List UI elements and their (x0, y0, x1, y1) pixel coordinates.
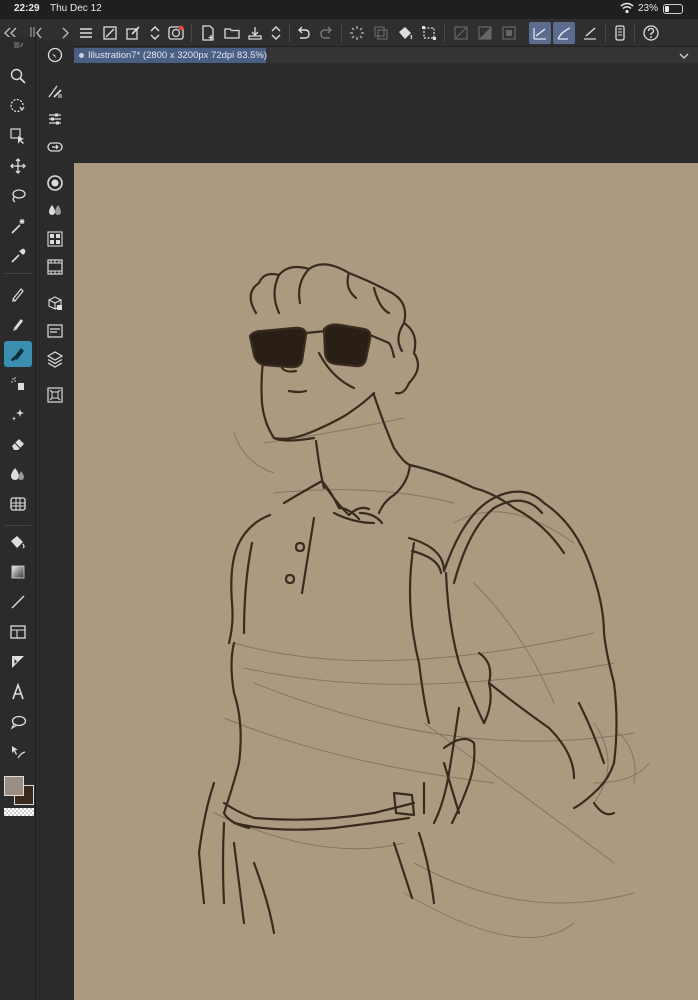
redo-icon[interactable] (316, 22, 338, 44)
document-tab-bar: Illustration7* (2800 x 3200px 72dpi 83.5… (74, 47, 698, 63)
help-icon[interactable] (640, 22, 662, 44)
fit-canvas-icon[interactable] (99, 22, 121, 44)
blend-icon[interactable] (4, 461, 32, 487)
decoration-icon[interactable] (4, 401, 32, 427)
palette-menu-icon[interactable] (4, 39, 32, 51)
color-chips (2, 776, 36, 820)
document-tab[interactable]: Illustration7* (2800 x 3200px 72dpi 83.5… (74, 48, 267, 63)
material-icon[interactable] (42, 290, 68, 316)
tool-palette (0, 37, 36, 1000)
battery-percent: 23% (638, 3, 659, 14)
stabilizer-icon[interactable] (529, 22, 551, 44)
undo-icon[interactable] (292, 22, 314, 44)
move-layer-icon[interactable] (4, 153, 32, 179)
command-bar (0, 19, 698, 47)
history-icon[interactable] (42, 382, 68, 408)
layer-search-icon[interactable] (42, 254, 68, 280)
clear-selection-icon[interactable] (450, 22, 472, 44)
tool-property-icon[interactable] (42, 106, 68, 132)
canvas-workspace[interactable] (74, 63, 698, 1000)
correct-line-icon[interactable] (4, 739, 32, 765)
sub-tool-icon[interactable] (42, 134, 68, 160)
color-wheel-icon[interactable] (42, 170, 68, 196)
gradient-icon[interactable] (4, 559, 32, 585)
balloon-icon[interactable] (4, 709, 32, 735)
eyedropper-icon[interactable] (4, 243, 32, 269)
status-bar: 22:29 Thu Dec 12 23% (0, 0, 698, 19)
layer-icon[interactable] (42, 346, 68, 372)
brush-icon[interactable] (4, 341, 32, 367)
pen-icon[interactable] (4, 281, 32, 307)
copy-icon[interactable] (370, 22, 392, 44)
magic-wand-icon[interactable] (4, 213, 32, 239)
menu-icon[interactable] (75, 22, 97, 44)
brush-size-icon[interactable] (42, 78, 68, 104)
eraser-icon[interactable] (4, 431, 32, 457)
animation-icon[interactable] (42, 318, 68, 344)
new-file-icon[interactable] (197, 22, 219, 44)
companion-icon[interactable] (165, 22, 187, 44)
battery-icon (663, 4, 683, 14)
edit-canvas-icon[interactable] (122, 22, 144, 44)
status-time: 22:29 (14, 3, 40, 14)
fill-bucket-icon[interactable] (394, 22, 416, 44)
clip-studio-app: 22:29 Thu Dec 12 23% Illustration7* (280… (0, 0, 698, 1000)
select-area-icon[interactable] (498, 22, 520, 44)
snap-special-icon[interactable] (579, 22, 601, 44)
move-rotate-icon[interactable] (4, 93, 32, 119)
navigator-icon[interactable] (42, 42, 68, 68)
zoom-icon[interactable] (4, 63, 32, 89)
open-folder-icon[interactable] (221, 22, 243, 44)
frame-icon[interactable] (4, 619, 32, 645)
color-set-icon[interactable] (42, 198, 68, 224)
sketch-drawing (197, 263, 650, 939)
transparent-color-chip[interactable] (4, 808, 34, 816)
loading-icon[interactable] (346, 22, 368, 44)
palette-bar (38, 40, 72, 1000)
airbrush-icon[interactable] (4, 371, 32, 397)
lasso-select-icon[interactable] (4, 183, 32, 209)
up-down-icon[interactable] (144, 22, 166, 44)
pencil-icon[interactable] (4, 311, 32, 337)
wifi-icon (620, 2, 634, 17)
layer-property-icon[interactable] (42, 226, 68, 252)
smartphone-icon[interactable] (609, 22, 631, 44)
figure-icon[interactable] (4, 491, 32, 517)
canvas-paper[interactable] (74, 163, 698, 1000)
save-icon[interactable] (244, 22, 266, 44)
status-date: Thu Dec 12 (50, 3, 102, 14)
operation-icon[interactable] (4, 123, 32, 149)
fill-icon[interactable] (4, 529, 32, 555)
invert-selection-icon[interactable] (474, 22, 496, 44)
text-icon[interactable] (4, 679, 32, 705)
ruler-icon[interactable] (4, 649, 32, 675)
select-transform-icon[interactable] (418, 22, 440, 44)
line-icon[interactable] (4, 589, 32, 615)
snap-ruler-icon[interactable] (553, 22, 575, 44)
up-down-2-icon[interactable] (265, 22, 287, 44)
main-color-chip[interactable] (4, 776, 24, 796)
